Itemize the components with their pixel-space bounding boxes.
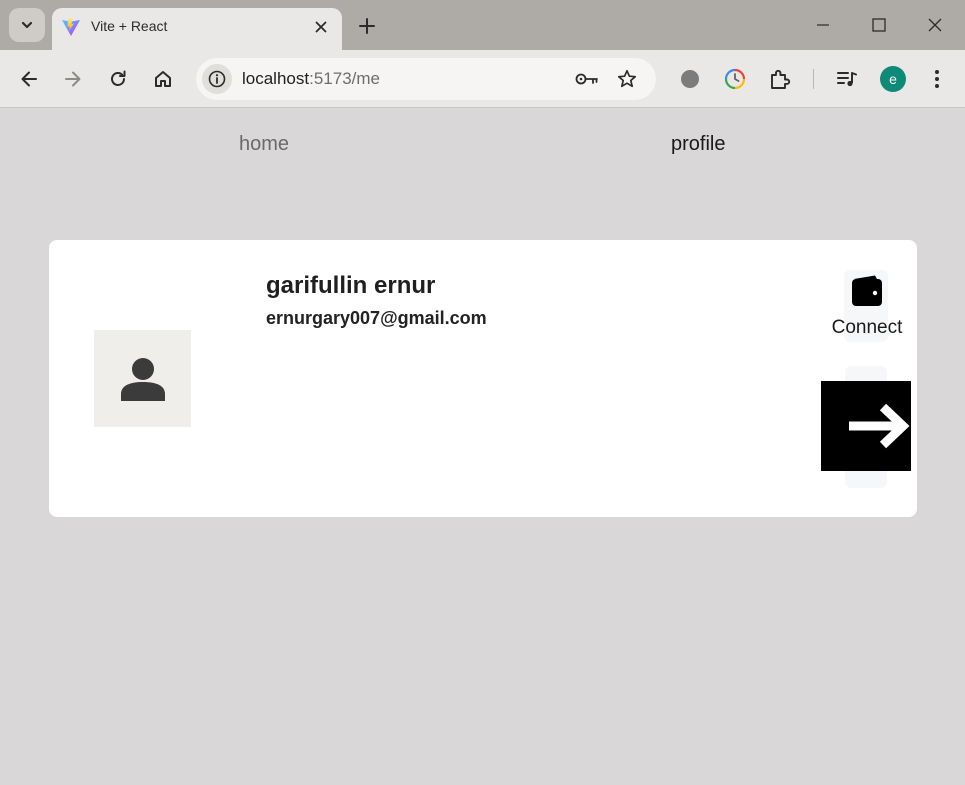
extension-button[interactable] bbox=[674, 63, 706, 95]
back-button[interactable] bbox=[13, 63, 45, 95]
connect-wallet-button[interactable]: Connect bbox=[829, 270, 905, 342]
url-text[interactable]: localhost:5173/me bbox=[242, 69, 380, 89]
back-arrow-icon bbox=[21, 71, 37, 87]
reload-icon bbox=[111, 70, 126, 86]
password-manager-button[interactable] bbox=[572, 64, 602, 94]
maximize-button[interactable] bbox=[856, 8, 902, 42]
plus-icon bbox=[359, 18, 375, 34]
history-extension-button[interactable] bbox=[719, 63, 751, 95]
connect-label: Connect bbox=[831, 317, 903, 338]
tab-search-button[interactable] bbox=[9, 8, 45, 42]
browser-menu-button[interactable] bbox=[921, 63, 953, 95]
close-window-button[interactable] bbox=[912, 8, 958, 42]
tab-title: Vite + React bbox=[91, 18, 168, 34]
reload-button[interactable] bbox=[102, 63, 134, 95]
logout-button[interactable] bbox=[821, 381, 911, 471]
puzzle-icon bbox=[771, 69, 791, 89]
extension-dot-icon bbox=[681, 70, 699, 88]
key-icon bbox=[575, 73, 598, 85]
maximize-icon bbox=[872, 18, 886, 32]
clock-icon bbox=[724, 68, 746, 90]
url-host: localhost bbox=[242, 69, 310, 88]
user-icon bbox=[120, 357, 165, 401]
user-email: ernurgary007@gmail.com bbox=[266, 308, 487, 328]
profile-card: garifullin ernur ernurgary007@gmail.com … bbox=[49, 240, 917, 517]
tab-close-button[interactable] bbox=[310, 16, 332, 38]
menu-dots-icon bbox=[935, 70, 939, 88]
vite-logo-icon bbox=[61, 17, 81, 42]
nav-home-link[interactable]: home bbox=[239, 133, 289, 156]
minimize-button[interactable] bbox=[800, 8, 846, 42]
user-name: garifullin ernur bbox=[266, 272, 436, 299]
active-tab[interactable]: Vite + React bbox=[52, 8, 342, 50]
user-avatar bbox=[94, 330, 191, 427]
nav-profile-link[interactable]: profile bbox=[671, 133, 725, 156]
close-icon bbox=[315, 21, 327, 33]
address-bar[interactable]: localhost:5173/me bbox=[196, 58, 656, 100]
forward-button[interactable] bbox=[57, 63, 89, 95]
wallet-icon bbox=[851, 275, 883, 312]
profile-avatar-button[interactable]: e bbox=[880, 66, 906, 92]
home-button[interactable] bbox=[147, 63, 179, 95]
media-controls-button[interactable] bbox=[831, 63, 863, 95]
minimize-icon bbox=[817, 24, 829, 26]
forward-arrow-icon bbox=[65, 71, 81, 87]
toolbar-divider bbox=[813, 69, 814, 89]
bookmark-button[interactable] bbox=[612, 64, 642, 94]
arrow-right-icon bbox=[849, 403, 910, 449]
browser-toolbar: localhost:5173/me e bbox=[0, 50, 965, 108]
close-window-icon bbox=[928, 18, 942, 32]
tab-strip: Vite + React bbox=[0, 0, 965, 50]
url-path: :5173/me bbox=[309, 69, 380, 88]
tab-search-icon bbox=[21, 21, 33, 29]
site-info-button[interactable] bbox=[202, 64, 232, 94]
info-icon bbox=[208, 70, 226, 88]
new-tab-button[interactable] bbox=[353, 12, 381, 40]
star-icon bbox=[617, 69, 637, 88]
extensions-button[interactable] bbox=[764, 63, 796, 95]
media-icon bbox=[837, 72, 857, 87]
home-icon bbox=[155, 71, 171, 87]
